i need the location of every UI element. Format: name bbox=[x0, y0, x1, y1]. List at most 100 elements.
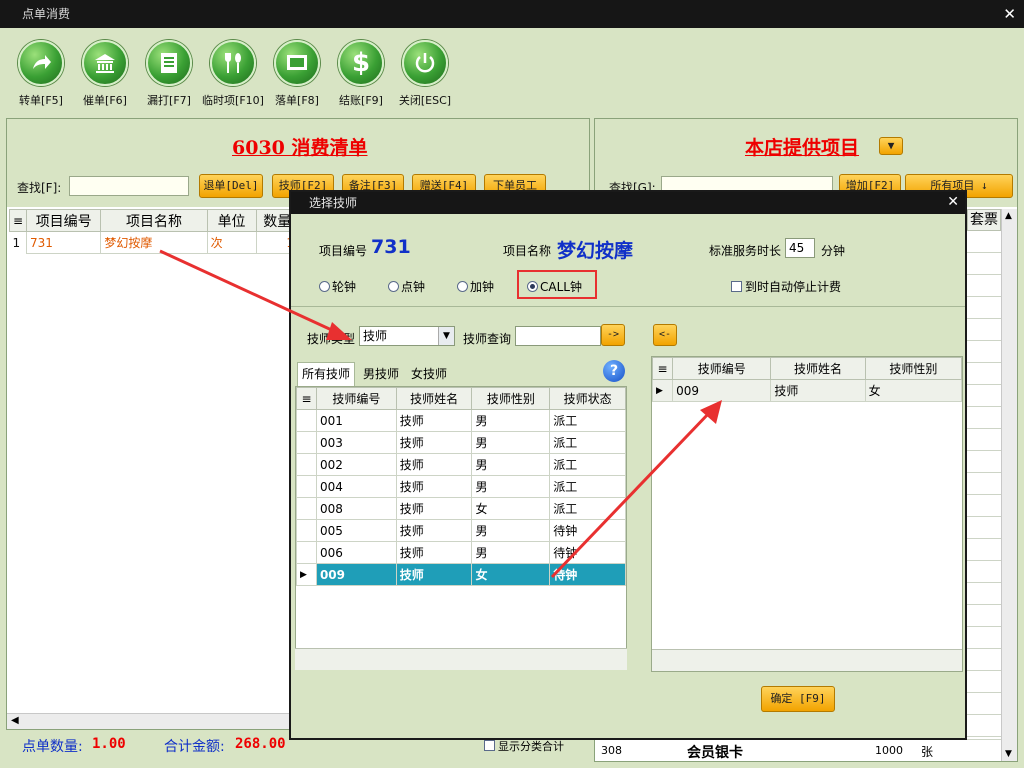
scroll-up-icon[interactable]: ▲ bbox=[1005, 211, 1012, 221]
item-name-value: 梦幻按摩 bbox=[557, 240, 634, 262]
tech-type-label: 技师类型 bbox=[307, 332, 356, 346]
window-title: 点单消费 bbox=[22, 7, 71, 21]
auto-stop-toggle[interactable]: 到时自动停止计费 bbox=[731, 278, 841, 295]
vertical-scrollbar[interactable]: ▲ ▼ bbox=[1001, 209, 1017, 761]
radio-rotation-label: 轮钟 bbox=[332, 280, 357, 294]
tech-status-cell: 待钟 bbox=[549, 519, 626, 542]
radio-call[interactable]: CALL钟 bbox=[527, 278, 582, 295]
selected-technicians-table: ≡ 技师编号 技师姓名 技师性别 ▶ 009 技师 女 bbox=[651, 357, 963, 402]
radio-extra[interactable]: 加钟 bbox=[457, 278, 494, 295]
item-code-label: 项目编号 bbox=[319, 244, 368, 258]
tab-all[interactable]: 所有技师 bbox=[297, 362, 355, 386]
grid-footer bbox=[652, 649, 962, 671]
refund-button[interactable]: 退单[Del] bbox=[199, 174, 263, 198]
row-marker bbox=[296, 475, 317, 498]
col-tech-gender: 技师性别 bbox=[471, 387, 551, 410]
urge-button[interactable]: 催单[F6] bbox=[74, 40, 136, 108]
total-amount-label: 合计金额: bbox=[164, 739, 225, 755]
tech-gender-cell: 男 bbox=[471, 409, 551, 432]
duration-input[interactable]: 45 bbox=[785, 238, 815, 258]
dialog-titlebar: 选择技师 bbox=[291, 192, 965, 214]
technicians-table: ≡ 技师编号 技师姓名 技师性别 技师状态 001 技师男派工 003 技师男派工 … bbox=[296, 387, 626, 586]
confirm-button[interactable]: 确定 [F9] bbox=[761, 686, 835, 712]
row-pointer-icon: ▶ bbox=[296, 563, 317, 586]
tech-search-input[interactable] bbox=[515, 326, 601, 346]
tech-type-value: 技师 bbox=[363, 329, 388, 343]
table-row[interactable]: 004 技师男派工 bbox=[296, 475, 626, 498]
table-row[interactable]: 006 技师男待钟 bbox=[296, 541, 626, 564]
tab-male[interactable]: 男技师 bbox=[359, 364, 403, 386]
reprint-button[interactable]: 漏打[F7] bbox=[138, 40, 200, 108]
table-row[interactable]: 001 技师男派工 bbox=[296, 409, 626, 432]
tech-status-cell: 派工 bbox=[549, 431, 626, 454]
order-count-value: 1.00 bbox=[92, 736, 126, 752]
tech-gender-cell: 男 bbox=[471, 541, 551, 564]
item-code-cell: 731 bbox=[25, 231, 102, 254]
radio-rotation[interactable]: 轮钟 bbox=[319, 278, 356, 295]
unit-cell: 次 bbox=[206, 231, 257, 254]
help-icon[interactable]: ? bbox=[603, 360, 625, 382]
table-row[interactable]: 003 技师男派工 bbox=[296, 431, 626, 454]
tech-code-cell: 002 bbox=[315, 453, 397, 476]
table-row[interactable]: 005 技师男待钟 bbox=[296, 519, 626, 542]
tech-name-cell: 技师 bbox=[395, 519, 473, 542]
tech-name-cell: 技师 bbox=[395, 409, 473, 432]
total-amount-value: 268.00 bbox=[235, 736, 286, 752]
tech-code-cell: 004 bbox=[315, 475, 397, 498]
chevron-down-icon[interactable]: ▼ bbox=[438, 327, 454, 345]
table-row[interactable]: 002 技师男派工 bbox=[296, 453, 626, 476]
transfer-label: 转单[F5] bbox=[19, 94, 63, 107]
dialog-close-icon[interactable]: ✕ bbox=[947, 194, 959, 210]
exit-button[interactable]: 关闭[ESC] bbox=[394, 40, 456, 108]
tech-name-cell: 技师 bbox=[395, 431, 473, 454]
row-marker-header: ≡ bbox=[651, 357, 674, 380]
add-technician-button[interactable]: -> bbox=[601, 324, 625, 346]
screen-icon bbox=[274, 40, 320, 86]
tech-code-cell: 009 bbox=[315, 563, 397, 586]
tech-gender-cell: 女 bbox=[471, 563, 551, 586]
grid-footer bbox=[295, 648, 627, 670]
category-total-toggle[interactable]: 显示分类合计 bbox=[484, 738, 564, 754]
catalog-dropdown-button[interactable]: ▼ bbox=[879, 137, 903, 155]
reprint-label: 漏打[F7] bbox=[147, 94, 191, 107]
checkout-button[interactable]: $ 结账[F9] bbox=[330, 40, 392, 108]
auto-stop-checkbox[interactable] bbox=[731, 281, 742, 292]
item-code-value: 731 bbox=[371, 236, 411, 258]
unit-cell: 张 bbox=[921, 745, 934, 759]
scroll-down-icon[interactable]: ▼ bbox=[1005, 749, 1012, 759]
tech-gender-cell: 男 bbox=[471, 475, 551, 498]
row-index: 1 bbox=[12, 235, 21, 250]
col-item-name: 项目名称 bbox=[100, 209, 208, 232]
auto-stop-label: 到时自动停止计费 bbox=[745, 280, 842, 294]
transfer-button[interactable]: 转单[F5] bbox=[10, 40, 72, 108]
tech-type-select[interactable]: 技师 ▼ bbox=[359, 326, 455, 346]
tab-female[interactable]: 女技师 bbox=[407, 364, 451, 386]
table-row[interactable]: 008 技师女派工 bbox=[296, 497, 626, 520]
scroll-left-icon[interactable]: ◀ bbox=[11, 715, 19, 726]
tech-name-cell: 技师 bbox=[395, 541, 473, 564]
table-row-selected[interactable]: ▶ 009 技师女待钟 bbox=[296, 563, 626, 586]
tech-search-label: 技师查询 bbox=[463, 332, 512, 346]
order-find-input[interactable] bbox=[69, 176, 189, 196]
table-row[interactable]: 1 731 梦幻按摩 次 1 bbox=[10, 231, 299, 254]
table-row[interactable]: ▶ 009 技师 女 bbox=[651, 379, 963, 402]
close-icon[interactable]: ✕ bbox=[1003, 0, 1016, 28]
col-tech-status: 技师状态 bbox=[549, 387, 626, 410]
table-row[interactable]: 308 会员银卡 1000 张 bbox=[595, 739, 1001, 761]
category-total-checkbox[interactable] bbox=[484, 740, 495, 751]
tech-status-cell: 派工 bbox=[549, 475, 626, 498]
col-tech-name: 技师姓名 bbox=[770, 357, 866, 380]
window-titlebar: 点单消费 ✕ bbox=[0, 0, 1024, 28]
temp-item-button[interactable]: 临时项[F10] bbox=[202, 40, 264, 108]
radio-call-label: CALL钟 bbox=[540, 280, 582, 294]
place-order-button[interactable]: 落单[F8] bbox=[266, 40, 328, 108]
power-icon bbox=[402, 40, 448, 86]
technicians-table-header: ≡ 技师编号 技师姓名 技师性别 技师状态 bbox=[296, 387, 626, 410]
urge-label: 催单[F6] bbox=[83, 94, 127, 107]
radio-pick[interactable]: 点钟 bbox=[388, 278, 425, 295]
order-count-label: 点单数量: bbox=[22, 739, 83, 755]
item-name-cell: 会员银卡 bbox=[687, 745, 743, 761]
item-code-cell: 308 bbox=[601, 744, 622, 757]
tech-name-cell: 技师 bbox=[395, 563, 473, 586]
remove-technician-button[interactable]: <- bbox=[653, 324, 677, 346]
